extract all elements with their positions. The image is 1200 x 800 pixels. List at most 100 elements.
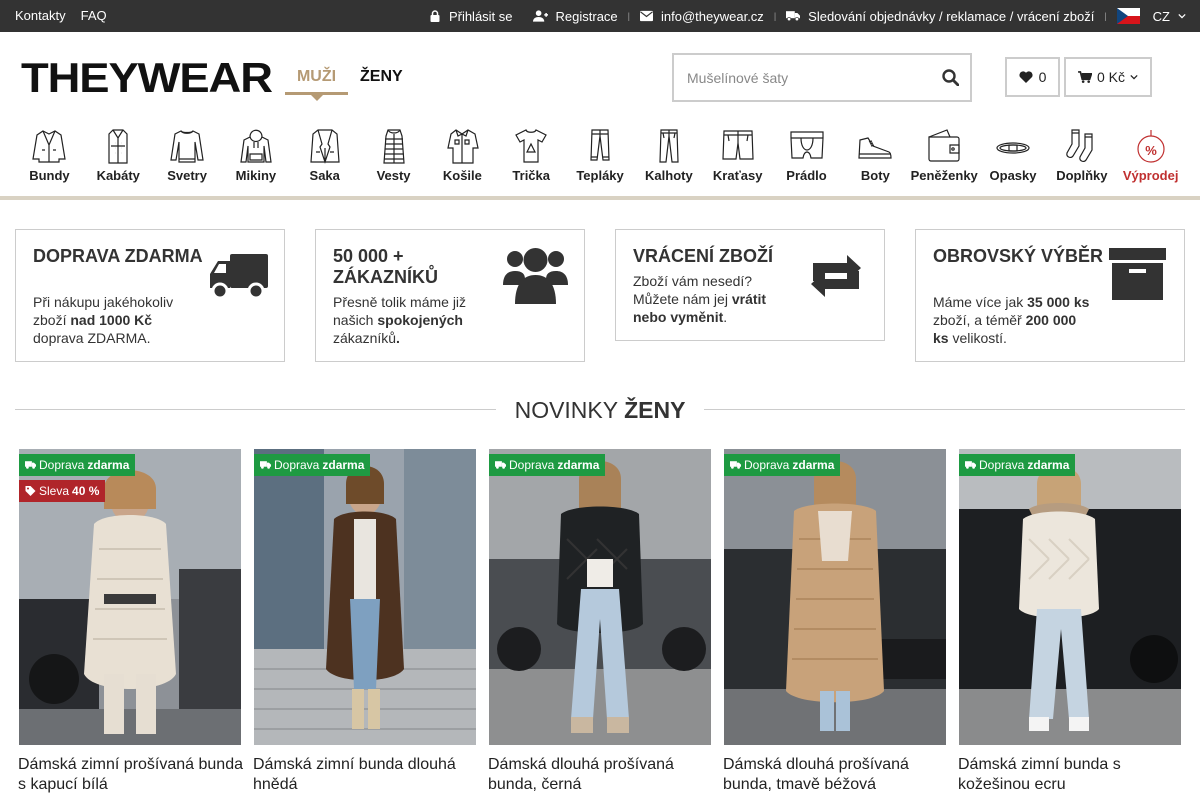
user-plus-icon: [532, 10, 548, 22]
email-link[interactable]: info@theywear.cz: [630, 9, 774, 24]
shirt-icon: [447, 129, 480, 164]
login-label: Přihlásit se: [448, 8, 513, 24]
top-bar: Kontakty FAQ Přihlásit se Registrace | i…: [0, 0, 1200, 32]
benefit-title: DOPRAVA ZDARMA: [33, 246, 203, 266]
category-label: Boty: [860, 168, 890, 183]
free-shipping-badge: Doprava zdarma: [19, 454, 136, 476]
free-shipping-badge: Doprava zdarma: [724, 454, 841, 476]
chevron-down-icon: [1178, 13, 1186, 19]
category-label: Kalhoty: [645, 168, 693, 183]
category-shorts[interactable]: Kraťasy: [703, 128, 772, 184]
faq-link[interactable]: FAQ: [81, 8, 107, 23]
category-shirts[interactable]: Košile: [428, 128, 497, 184]
cart-button[interactable]: 0 Kč: [1064, 57, 1152, 97]
language-label: CZ: [1152, 8, 1170, 24]
category-label: Kabáty: [96, 168, 140, 183]
shoe-icon: [858, 137, 892, 159]
category-sale[interactable]: % Výprodej: [1116, 128, 1185, 184]
category-jackets[interactable]: Bundy: [15, 128, 84, 184]
free-shipping-badge: Doprava zdarma: [254, 454, 371, 476]
language-selector[interactable]: CZ: [1107, 8, 1186, 24]
register-link[interactable]: Registrace: [523, 9, 628, 24]
category-label: Tepláky: [576, 168, 624, 183]
archive-box-icon: [1109, 248, 1166, 300]
tab-men[interactable]: MUŽI: [285, 68, 348, 101]
czech-flag-icon: [1116, 8, 1140, 24]
blazer-icon: [310, 129, 340, 164]
underwear-icon: [789, 131, 824, 159]
tab-women[interactable]: ŽENY: [360, 68, 403, 86]
register-label: Registrace: [555, 8, 618, 24]
product-image[interactable]: [724, 449, 946, 745]
product-name[interactable]: Dámská zimní prošívaná bunda s kapucí bí…: [18, 755, 243, 795]
login-link[interactable]: Přihlásit se: [419, 9, 523, 24]
product-image[interactable]: [254, 449, 476, 745]
category-coats[interactable]: Kabáty: [84, 128, 153, 184]
benefit-selection: OBROVSKÝ VÝBĚR Máme více jak 35 000 ks z…: [915, 229, 1185, 362]
category-underwear[interactable]: Prádlo: [772, 128, 841, 184]
search-input[interactable]: [674, 55, 924, 100]
category-label: Peněženky: [910, 168, 978, 183]
category-belts[interactable]: Opasky: [979, 128, 1048, 184]
truck-icon: [965, 461, 976, 469]
truck-icon: [495, 461, 506, 469]
product-name[interactable]: Dámská dlouhá prošívaná bunda, tmavě béž…: [723, 755, 948, 795]
product-image[interactable]: [959, 449, 1181, 745]
product-name[interactable]: Dámská dlouhá prošívaná bunda, černá: [488, 755, 713, 795]
category-label: Saka: [309, 168, 340, 183]
tshirt-icon: [515, 129, 548, 163]
category-hoodies[interactable]: Mikiny: [221, 128, 290, 184]
benefit-text: Zboží vám nesedí? Můžete nám jej vrátit …: [633, 273, 767, 325]
lock-icon: [430, 10, 440, 22]
category-vests[interactable]: Vesty: [359, 128, 428, 184]
site-logo[interactable]: THEYWEAR: [21, 57, 273, 99]
contacts-link[interactable]: Kontakty: [15, 8, 66, 23]
wishlist-button[interactable]: 0: [1005, 57, 1060, 97]
hoodie-icon: [240, 129, 272, 163]
category-label: Bundy: [29, 168, 70, 183]
category-trousers[interactable]: Kalhoty: [634, 128, 703, 184]
truck-icon: [260, 461, 271, 469]
wishlist-count: 0: [1038, 69, 1047, 85]
product-name[interactable]: Dámská zimní bunda dlouhá hnědá: [253, 755, 478, 795]
product-image[interactable]: [489, 449, 711, 745]
cart-icon: [1078, 71, 1092, 83]
exchange-icon: [811, 255, 861, 297]
benefit-title: VRÁCENÍ ZBOŽÍ: [633, 246, 774, 266]
envelope-icon: [640, 10, 653, 22]
email-label: info@theywear.cz: [661, 8, 764, 24]
category-divider: [0, 196, 1200, 200]
heart-icon: [1019, 71, 1033, 83]
belt-icon: [996, 142, 1030, 154]
order-tracking-link[interactable]: Sledování objednávky / reklamace / vráce…: [776, 9, 1104, 24]
chevron-down-icon: [1130, 74, 1138, 80]
category-wallets[interactable]: Peněženky: [910, 128, 979, 184]
category-shoes[interactable]: Boty: [841, 128, 910, 184]
truck-icon: [210, 254, 268, 300]
discount-badge: Sleva 40 %: [19, 480, 106, 502]
category-tshirts[interactable]: Trička: [497, 128, 566, 184]
category-accessories[interactable]: Doplňky: [1047, 128, 1116, 184]
shorts-icon: [722, 130, 754, 160]
benefit-returns: VRÁCENÍ ZBOŽÍ Zboží vám nesedí? Můžete n…: [615, 229, 885, 341]
search-icon[interactable]: [942, 69, 959, 86]
sweater-icon: [170, 130, 204, 163]
cart-total: 0 Kč: [1096, 69, 1125, 85]
socks-icon: [1066, 129, 1093, 163]
free-shipping-badge: Doprava zdarma: [489, 454, 606, 476]
category-label: Mikiny: [235, 168, 277, 183]
category-menu: Bundy Kabáty Svetry Mikiny Saka Vesty Ko…: [15, 128, 1185, 184]
svg-text:%: %: [1145, 143, 1157, 158]
category-label: Výprodej: [1122, 168, 1179, 183]
benefit-customers: 50 000 + ZÁKAZNÍKŮ Přesně tolik máme již…: [315, 229, 585, 362]
users-icon: [503, 248, 568, 304]
order-tracking-label: Sledování objednávky / reklamace / vráce…: [808, 8, 1095, 24]
category-sweatpants[interactable]: Tepláky: [566, 128, 635, 184]
product-name[interactable]: Dámská zimní bunda s kožešinou ecru: [958, 755, 1183, 795]
category-blazers[interactable]: Saka: [290, 128, 359, 184]
category-sweaters[interactable]: Svetry: [153, 128, 222, 184]
category-label: Prádlo: [786, 168, 827, 183]
section-header: NOVINKY ŽENY: [15, 397, 1185, 423]
benefit-text: Přesně tolik máme již našich spokojených…: [333, 294, 467, 346]
truck-icon: [786, 11, 801, 22]
